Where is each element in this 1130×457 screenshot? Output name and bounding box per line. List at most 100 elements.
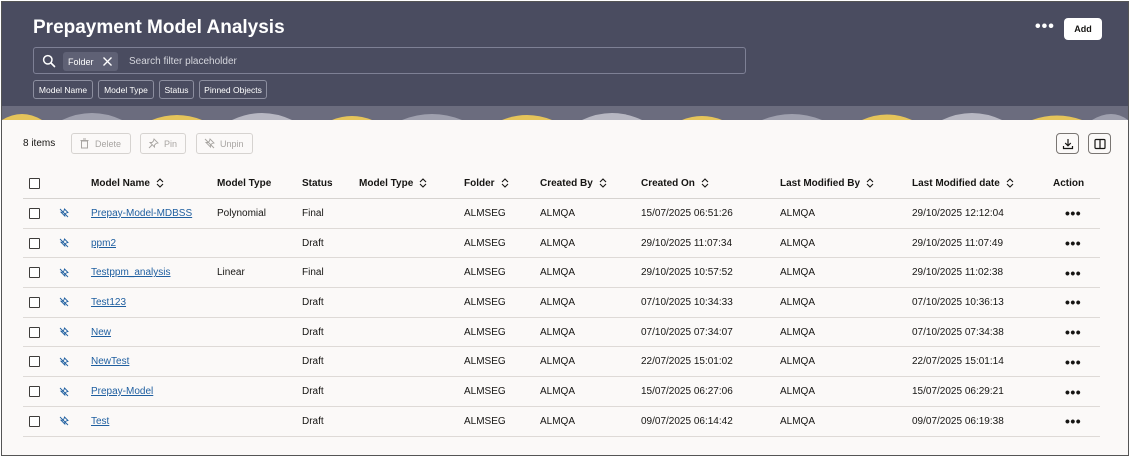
filter-model-type[interactable]: Model Type (98, 80, 154, 99)
folder-filter-chip[interactable]: Folder (63, 52, 118, 71)
created-by-cell: ALMQA (540, 296, 576, 308)
row-checkbox[interactable] (29, 207, 40, 219)
model-name-link[interactable]: Prepay-Model-MDBSS (91, 208, 192, 219)
close-icon[interactable] (101, 55, 114, 68)
last-modified-by-cell: ALMQA (780, 296, 816, 308)
search-input[interactable] (129, 53, 729, 69)
download-button[interactable] (1056, 133, 1079, 154)
delete-button[interactable]: Delete (71, 133, 131, 154)
last-modified-by-cell: ALMQA (780, 267, 816, 279)
last-modified-by-cell: ALMQA (780, 207, 816, 219)
row-actions-button[interactable]: ••• (1065, 413, 1081, 429)
folder-cell: ALMSEG (464, 356, 506, 368)
model-name-link[interactable]: Test123 (91, 297, 126, 308)
row-checkbox[interactable] (29, 415, 40, 427)
model-name-link[interactable]: Test (91, 416, 109, 427)
row-checkbox[interactable] (29, 296, 40, 308)
col-model-type-2-label: Model Type (359, 177, 414, 189)
model-icon (59, 297, 69, 307)
table-row: New Draft ALMSEG ALMQA 07/10/2025 07:34:… (23, 318, 1100, 348)
last-modified-by-cell: ALMQA (780, 386, 816, 398)
model-name-link[interactable]: Testppm_analysis (91, 267, 170, 278)
app-window: Prepayment Model Analysis ••• Add Folder… (1, 1, 1129, 456)
model-icon (59, 238, 69, 248)
row-actions-button[interactable]: ••• (1065, 384, 1081, 400)
model-icon (59, 267, 69, 278)
filter-status[interactable]: Status (159, 80, 194, 99)
col-header-model-name[interactable]: Model Name (91, 168, 164, 198)
created-by-cell: ALMQA (540, 237, 576, 249)
row-checkbox-cell (29, 348, 40, 377)
col-header-created-on[interactable]: Created On (641, 168, 709, 198)
folder-cell: ALMSEG (464, 296, 506, 308)
model-status-icon-cell (59, 199, 69, 228)
model-status-icon-cell (59, 288, 69, 317)
table-row: ppm2 Draft ALMSEG ALMQA 29/10/2025 11:07… (23, 229, 1100, 259)
row-checkbox[interactable] (29, 326, 40, 338)
sort-icon (866, 178, 874, 188)
created-by-cell: ALMQA (540, 326, 576, 338)
filter-model-name[interactable]: Model Name (33, 80, 93, 99)
select-all-checkbox[interactable] (29, 177, 40, 189)
col-header-last-modified-by[interactable]: Last Modified By (780, 168, 874, 198)
row-checkbox-cell (29, 229, 40, 258)
col-status-label: Status (302, 177, 333, 189)
col-header-status: Status (302, 168, 333, 198)
col-header-last-modified-date[interactable]: Last Modified date (912, 168, 1014, 198)
sort-icon (156, 178, 164, 188)
row-actions-button[interactable]: ••• (1065, 205, 1081, 221)
row-actions-button[interactable]: ••• (1065, 235, 1081, 251)
col-header-created-by[interactable]: Created By (540, 168, 607, 198)
col-header-model-type-2[interactable]: Model Type (359, 168, 427, 198)
col-header-action: Action (1053, 168, 1084, 198)
col-header-folder[interactable]: Folder (464, 168, 509, 198)
row-actions-button[interactable]: ••• (1065, 354, 1081, 370)
filter-pinned-objects[interactable]: Pinned Objects (199, 80, 267, 99)
download-icon (1062, 138, 1073, 149)
status-cell: Draft (302, 386, 324, 398)
model-name-link[interactable]: Prepay-Model (91, 386, 153, 397)
created-by-cell: ALMQA (540, 386, 576, 398)
sort-icon (419, 178, 427, 188)
col-model-name-label: Model Name (91, 177, 150, 189)
unpin-button[interactable]: Unpin (196, 133, 253, 154)
last-modified-date-cell: 29/10/2025 12:12:04 (912, 207, 1004, 219)
status-cell: Draft (302, 415, 324, 427)
row-actions-button[interactable]: ••• (1065, 294, 1081, 310)
row-checkbox[interactable] (29, 356, 40, 368)
model-type-cell: Polynomial (217, 207, 266, 219)
col-last-modified-date-label: Last Modified date (912, 177, 1000, 189)
model-name-link[interactable]: New (91, 327, 111, 338)
status-cell: Draft (302, 296, 324, 308)
col-action-label: Action (1053, 177, 1085, 189)
model-status-icon-cell (59, 407, 69, 436)
row-checkbox-cell (29, 377, 40, 406)
row-checkbox[interactable] (29, 267, 40, 279)
created-on-cell: 22/07/2025 15:01:02 (641, 356, 733, 368)
trash-icon (80, 138, 89, 149)
table-row: Test123 Draft ALMSEG ALMQA 07/10/2025 10… (23, 288, 1100, 318)
pin-button[interactable]: Pin (140, 133, 186, 154)
delete-label: Delete (95, 138, 122, 149)
pin-label: Pin (164, 138, 178, 149)
unpin-label: Unpin (220, 138, 244, 149)
col-created-on-label: Created On (641, 177, 695, 189)
model-name-link[interactable]: NewTest (91, 356, 129, 367)
row-checkbox[interactable] (29, 237, 40, 249)
created-on-cell: 09/07/2025 06:14:42 (641, 415, 733, 427)
panel-toggle-button[interactable] (1088, 133, 1111, 154)
row-actions-button[interactable]: ••• (1065, 324, 1081, 340)
last-modified-date-cell: 09/07/2025 06:19:38 (912, 415, 1004, 427)
created-by-cell: ALMQA (540, 267, 576, 279)
row-checkbox[interactable] (29, 386, 40, 398)
created-on-cell: 07/10/2025 07:34:07 (641, 326, 733, 338)
last-modified-date-cell: 07/10/2025 07:34:38 (912, 326, 1004, 338)
sort-icon (501, 178, 508, 188)
row-actions-button[interactable]: ••• (1065, 265, 1081, 281)
model-name-link[interactable]: ppm2 (91, 238, 116, 249)
header-more-actions-button[interactable]: ••• (1035, 18, 1055, 36)
add-button[interactable]: Add (1064, 18, 1102, 40)
last-modified-date-cell: 22/07/2025 15:01:14 (912, 356, 1004, 368)
status-cell: Draft (302, 237, 324, 249)
col-created-by-label: Created By (540, 177, 593, 189)
